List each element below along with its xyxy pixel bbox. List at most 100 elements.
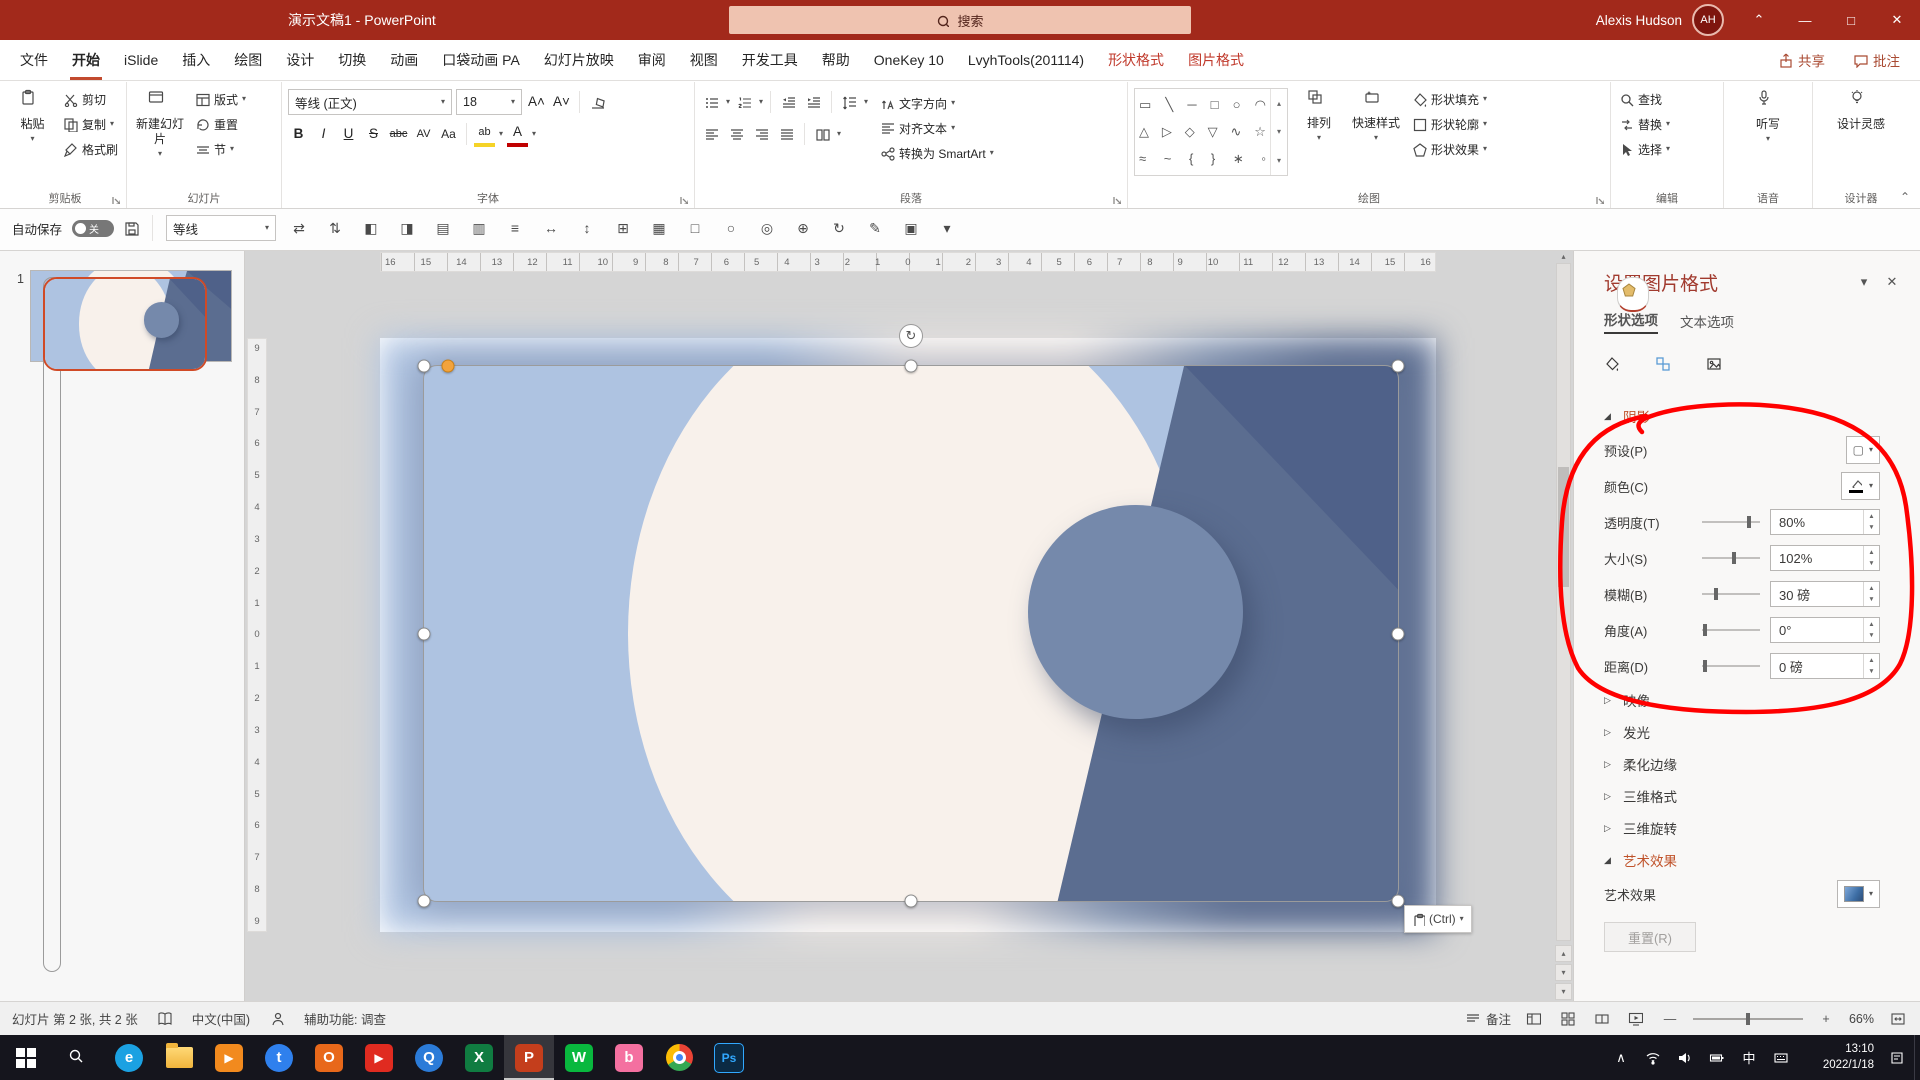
- section-glow[interactable]: ▷ 发光: [1574, 716, 1920, 748]
- taskbar-edge[interactable]: e: [104, 1035, 154, 1080]
- center-icon[interactable]: ◎: [754, 215, 780, 241]
- blur-slider[interactable]: [1702, 587, 1760, 601]
- add-icon[interactable]: ⊕: [790, 215, 816, 241]
- picture-icon[interactable]: [1703, 352, 1733, 384]
- dictate-button[interactable]: 听写 ▾: [1741, 84, 1795, 179]
- qat-font-combo[interactable]: 等线 ▾: [166, 215, 277, 241]
- scroll-down-icon[interactable]: ▾: [1555, 983, 1572, 1000]
- clear-formatting-button[interactable]: [587, 91, 608, 113]
- start-button[interactable]: [0, 1035, 52, 1080]
- angle-slider[interactable]: [1702, 623, 1760, 637]
- previous-slide-icon[interactable]: ▴: [1555, 945, 1572, 962]
- size-properties-icon[interactable]: [1652, 352, 1682, 384]
- section-3d-rotation[interactable]: ▷ 三维旋转: [1574, 812, 1920, 844]
- numbering-button[interactable]: [734, 91, 755, 113]
- tab-onekey[interactable]: OneKey 10: [862, 40, 956, 80]
- taskbar-youtube[interactable]: ▶: [354, 1035, 404, 1080]
- gallery-more-icon[interactable]: ▾: [1277, 156, 1281, 165]
- underline-button[interactable]: U: [338, 123, 359, 145]
- paste-options-button[interactable]: (Ctrl) ▾: [1404, 905, 1472, 933]
- rotate-icon[interactable]: ↻: [826, 215, 852, 241]
- equal-width-icon[interactable]: ↔: [538, 215, 564, 241]
- transparency-spinbox[interactable]: 80% ▲ ▼: [1770, 509, 1880, 535]
- zoom-in-icon[interactable]: +: [1815, 1008, 1837, 1030]
- resize-handle-top[interactable]: [904, 359, 918, 373]
- tab-islide[interactable]: iSlide: [112, 40, 170, 80]
- search-box[interactable]: 搜索: [729, 6, 1191, 34]
- size-spinbox[interactable]: 102% ▲ ▼: [1770, 545, 1880, 571]
- more-tools-icon[interactable]: ▾: [934, 215, 960, 241]
- scrollbar-thumb[interactable]: [1558, 466, 1569, 587]
- pane-close-icon[interactable]: ✕: [1878, 270, 1906, 294]
- spell-check-icon[interactable]: [154, 1008, 176, 1030]
- distribute-vertical-icon[interactable]: ⇅: [322, 215, 348, 241]
- minimize-button[interactable]: —: [1782, 0, 1828, 40]
- notes-button[interactable]: 备注: [1465, 1009, 1511, 1028]
- line-spacing-button[interactable]: [839, 91, 860, 113]
- align-middle-objects-icon[interactable]: ≡: [502, 215, 528, 241]
- section-shadow[interactable]: ◢ 阴影: [1574, 400, 1920, 432]
- taskbar-photoshop[interactable]: Ps: [704, 1035, 754, 1080]
- ribbon-display-options-icon[interactable]: ⌃: [1736, 0, 1782, 40]
- text-direction-button[interactable]: 文字方向 ▾: [878, 92, 996, 114]
- slideshow-view-icon[interactable]: [1625, 1008, 1647, 1030]
- section-reflection[interactable]: ▷ 映像: [1574, 684, 1920, 716]
- slide-thumbnail-1[interactable]: 1: [0, 270, 244, 362]
- distribute-horizontal-icon[interactable]: ⇄: [286, 215, 312, 241]
- taskbar-messenger[interactable]: Q: [404, 1035, 454, 1080]
- align-right-button[interactable]: [751, 123, 772, 145]
- dialog-launcher-icon[interactable]: [1110, 193, 1121, 204]
- font-name-combo[interactable]: 等线 (正文) ▾: [288, 89, 452, 115]
- resize-handle-bottom-left[interactable]: [417, 894, 431, 908]
- pane-options-icon[interactable]: ▾: [1850, 270, 1878, 294]
- resize-handle-top-right[interactable]: [1391, 359, 1405, 373]
- justify-button[interactable]: [776, 123, 797, 145]
- align-top-objects-icon[interactable]: ▤: [430, 215, 456, 241]
- taskbar-bilibili[interactable]: b: [604, 1035, 654, 1080]
- arrange-button[interactable]: 排列 ▾: [1296, 84, 1342, 188]
- section-soft-edges[interactable]: ▷ 柔化边缘: [1574, 748, 1920, 780]
- canvas-scrollbar[interactable]: ▴ ▴ ▾ ▾: [1555, 252, 1572, 1000]
- increase-indent-button[interactable]: [803, 91, 824, 113]
- oval-icon[interactable]: ○: [718, 215, 744, 241]
- shape-gallery[interactable]: ▭ ╲ ─ □ ○ ◠ △ ▷ ◇ ▽ ∿ ☆ ≈ ~{} ∗ ◦ ▴ ▾ ▾: [1134, 88, 1288, 176]
- taskbar-wechat[interactable]: W: [554, 1035, 604, 1080]
- format-painter-button[interactable]: 格式刷: [61, 138, 120, 160]
- design-ideas-button[interactable]: 设计灵感: [1834, 84, 1888, 179]
- align-bottom-objects-icon[interactable]: ▥: [466, 215, 492, 241]
- fill-line-icon[interactable]: [1601, 352, 1631, 384]
- shadow-color-dropdown[interactable]: ▾: [1840, 472, 1880, 500]
- dialog-launcher-icon[interactable]: [677, 193, 688, 204]
- tab-view[interactable]: 视图: [678, 40, 730, 80]
- tab-picture-format[interactable]: 图片格式: [1176, 40, 1256, 80]
- size-slider[interactable]: [1702, 551, 1760, 565]
- maximize-button[interactable]: □: [1828, 0, 1874, 40]
- grow-font-button[interactable]: A˄: [526, 91, 547, 113]
- align-text-button[interactable]: 对齐文本 ▾: [878, 117, 996, 139]
- strikethrough-button[interactable]: S: [363, 123, 384, 145]
- artistic-effects-dropdown[interactable]: ▾: [1836, 880, 1880, 908]
- pane-tab-text-options[interactable]: 文本选项: [1680, 311, 1734, 331]
- shape-outline-button[interactable]: 形状轮廓 ▾: [1410, 113, 1489, 135]
- accessibility-icon[interactable]: [266, 1008, 288, 1030]
- align-center-button[interactable]: [726, 123, 747, 145]
- tray-expand-icon[interactable]: ∧: [1606, 1035, 1636, 1080]
- rotate-handle[interactable]: ↻: [899, 324, 923, 348]
- copy-button[interactable]: 复制 ▾: [61, 113, 120, 135]
- slide-sorter-view-icon[interactable]: [1557, 1008, 1579, 1030]
- selection-pane-icon[interactable]: ▣: [898, 215, 924, 241]
- dialog-launcher-icon[interactable]: [1593, 193, 1604, 204]
- fit-to-window-icon[interactable]: [1886, 1008, 1908, 1030]
- resize-handle-left[interactable]: [417, 627, 431, 640]
- reset-button[interactable]: 重置: [193, 113, 248, 135]
- comments-button[interactable]: 批注: [1841, 50, 1912, 70]
- font-size-combo[interactable]: 18 ▾: [456, 89, 522, 115]
- character-spacing-button[interactable]: AV: [413, 123, 434, 145]
- columns-button[interactable]: [812, 123, 833, 145]
- zoom-slider[interactable]: [1692, 1012, 1803, 1025]
- ime-indicator[interactable]: 中: [1734, 1035, 1764, 1080]
- angle-spinbox[interactable]: 0° ▲ ▼: [1770, 617, 1880, 643]
- taskbar-excel[interactable]: X: [454, 1035, 504, 1080]
- tab-developer[interactable]: 开发工具: [730, 40, 810, 80]
- resize-handle-bottom[interactable]: [904, 894, 918, 908]
